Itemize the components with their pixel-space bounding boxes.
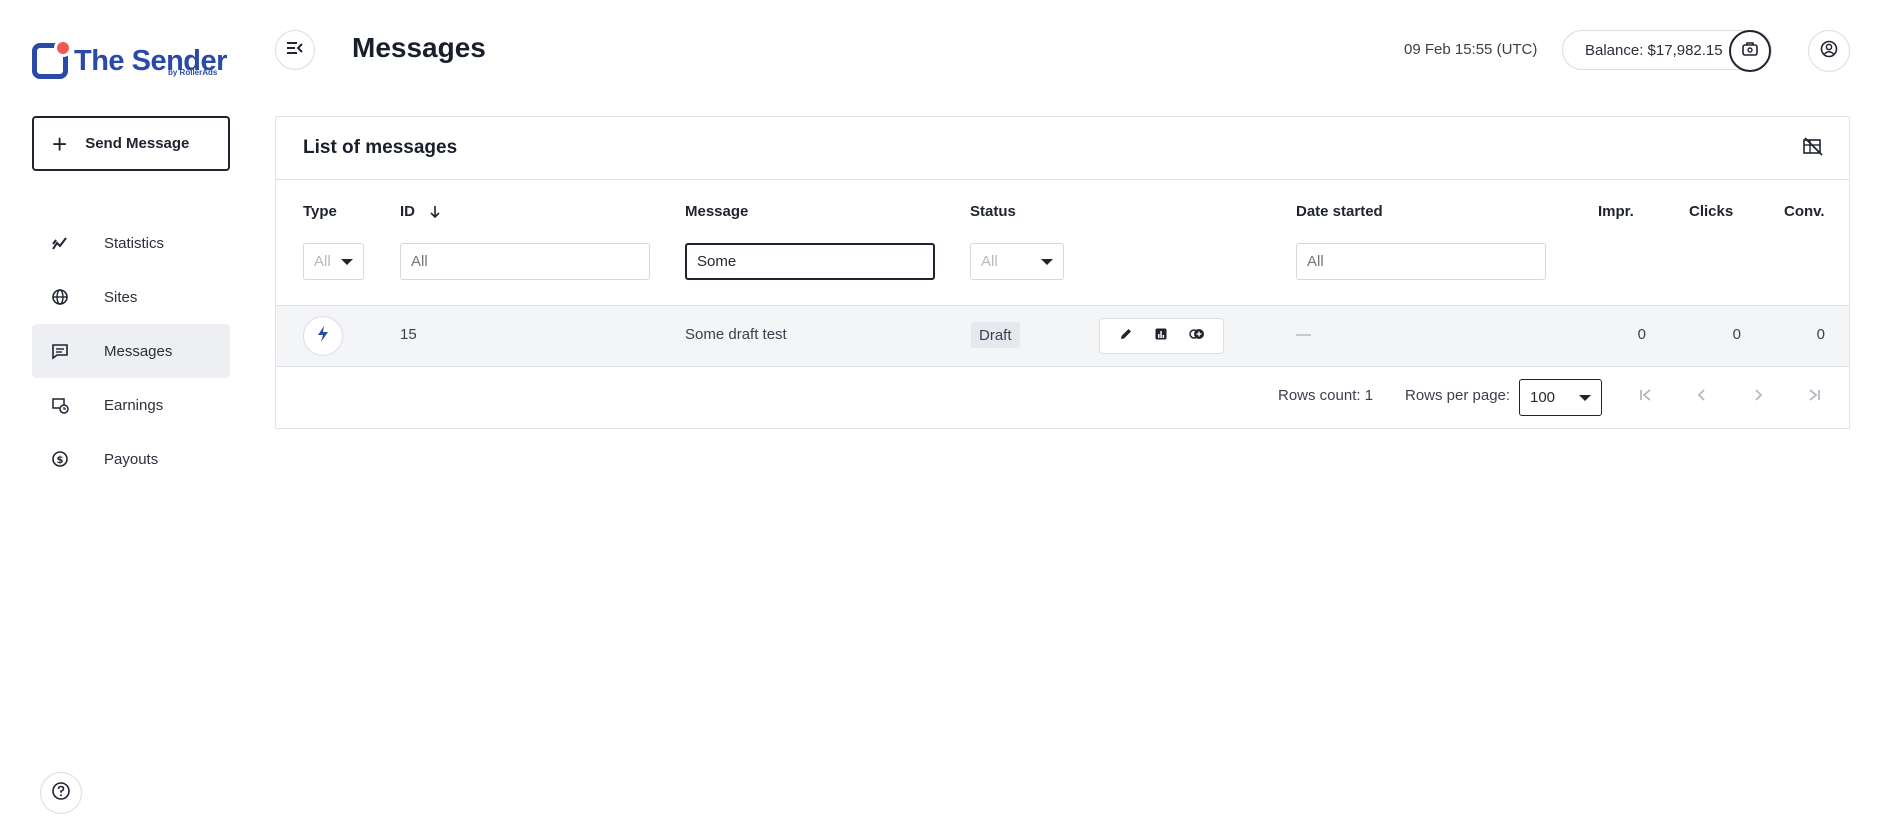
menu-toggle-button[interactable] [275, 30, 315, 70]
last-page-button[interactable] [1796, 379, 1832, 415]
cell-clicks: 0 [1732, 326, 1741, 343]
rows-count: Rows count: 1 [1278, 387, 1374, 404]
column-header-id[interactable]: ID [400, 203, 441, 220]
sidebar-item-messages[interactable]: Messages [32, 324, 230, 378]
status-filter-select[interactable]: All [970, 243, 1064, 280]
bar-chart-icon [1154, 327, 1168, 346]
help-button[interactable] [40, 772, 82, 814]
cell-date-started: — [1296, 326, 1311, 343]
pencil-icon [1119, 327, 1133, 346]
sidebar-item-earnings[interactable]: Earnings [32, 378, 230, 432]
balance-text: Balance: $17,982.15 [1585, 41, 1723, 59]
sidebar-item-sites[interactable]: Sites [32, 270, 230, 324]
chevron-left-icon [1694, 387, 1710, 408]
column-header-message: Message [685, 203, 749, 220]
wallet-icon [1741, 40, 1759, 63]
column-header-type: Type [303, 203, 337, 220]
column-header-clicks: Clicks [1689, 203, 1734, 220]
brand-logo[interactable]: The Sender by RollerAds [32, 39, 232, 82]
row-divider [276, 366, 1849, 367]
table-row[interactable]: 15 Some draft test Draft — 0 0 0 [276, 306, 1849, 366]
column-header-conv: Conv. [1784, 203, 1825, 220]
rows-per-page-label: Rows per page: [1405, 387, 1511, 404]
messages-card: List of messages Type ID Message Status … [275, 116, 1850, 429]
date-filter-input[interactable] [1296, 243, 1546, 280]
statistics-button[interactable] [1149, 324, 1173, 348]
sidebar-item-payouts[interactable]: $ Payouts [32, 432, 230, 486]
menu-collapse-icon [286, 41, 304, 60]
plus-icon: + [52, 128, 68, 159]
status-filter-value: All [981, 253, 998, 270]
type-filter-value: All [314, 253, 331, 270]
column-header-id-label: ID [400, 203, 415, 220]
card-header-divider [276, 179, 1849, 180]
row-actions [1099, 318, 1224, 354]
status-badge: Draft [971, 322, 1020, 348]
user-icon [1820, 40, 1838, 63]
rows-per-page-value: 100 [1530, 389, 1556, 406]
copy-plus-icon [1189, 327, 1205, 346]
brand-byline: by RollerAds [168, 68, 218, 77]
column-header-date-started: Date started [1296, 203, 1383, 220]
column-header-impr: Impr. [1598, 203, 1634, 220]
cell-id: 15 [400, 326, 417, 343]
message-icon [50, 341, 70, 361]
last-page-icon [1806, 387, 1822, 408]
card-title: List of messages [303, 137, 458, 158]
id-filter-input[interactable] [400, 243, 650, 280]
previous-page-button[interactable] [1684, 379, 1720, 415]
cell-impr: 0 [1637, 326, 1646, 343]
chevron-down-icon [341, 258, 353, 265]
sidebar-item-label: Payouts [104, 450, 159, 468]
help-icon [51, 781, 71, 806]
globe-icon [50, 287, 70, 307]
type-filter-select[interactable]: All [303, 243, 364, 280]
chevron-right-icon [1750, 387, 1766, 408]
money-clock-icon [50, 395, 70, 415]
column-settings-button[interactable] [1801, 136, 1825, 162]
cell-conv: 0 [1816, 326, 1825, 343]
message-filter-input[interactable] [685, 243, 935, 280]
next-page-button[interactable] [1740, 379, 1776, 415]
profile-button[interactable] [1808, 30, 1850, 72]
send-message-button[interactable]: + Send Message [32, 116, 230, 171]
sidebar-item-label: Messages [104, 342, 173, 360]
wallet-button[interactable] [1729, 30, 1771, 72]
column-header-status: Status [970, 203, 1016, 220]
coin-icon: $ [50, 449, 70, 469]
cell-message: Some draft test [685, 326, 787, 343]
sort-desc-icon [429, 205, 441, 219]
edit-button[interactable] [1114, 324, 1138, 348]
first-page-button[interactable] [1628, 379, 1664, 415]
rows-per-page-select[interactable]: 100 [1519, 379, 1602, 416]
sidebar-item-label: Sites [104, 288, 138, 306]
chart-line-icon [50, 233, 70, 253]
first-page-icon [1638, 387, 1654, 408]
sidebar-item-label: Earnings [104, 396, 164, 414]
sidebar-item-statistics[interactable]: Statistics [32, 216, 230, 270]
sidebar-nav: Statistics Sites Messages Earnings $ Pay… [32, 216, 230, 486]
sidebar-item-label: Statistics [104, 234, 165, 252]
duplicate-button[interactable] [1185, 324, 1209, 348]
lightning-icon [317, 325, 329, 348]
message-type-badge [303, 316, 343, 356]
send-message-label: Send Message [85, 135, 190, 152]
table-columns-icon [1802, 136, 1824, 162]
chevron-down-icon [1579, 394, 1591, 401]
logo-mark-icon [32, 39, 72, 79]
page-title: Messages [352, 32, 486, 63]
current-datetime: 09 Feb 15:55 (UTC) [1404, 41, 1538, 58]
svg-text:$: $ [57, 455, 64, 466]
chevron-down-icon [1041, 258, 1053, 265]
